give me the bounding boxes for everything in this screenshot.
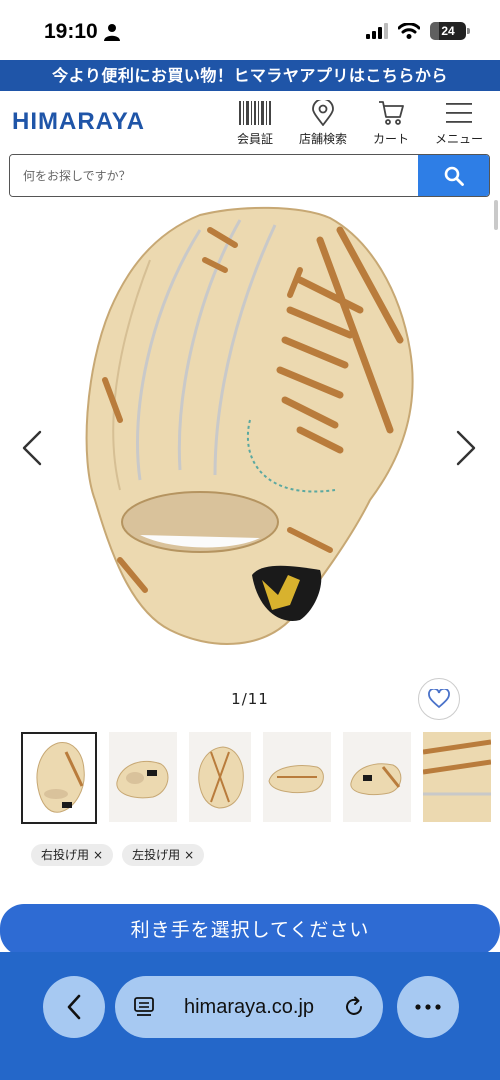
browser-back-button[interactable]: [43, 976, 105, 1038]
select-handedness-button[interactable]: 利き手を選択してください: [0, 904, 500, 956]
thumbnail-1[interactable]: [21, 732, 97, 824]
nav-menu-label: メニュー: [434, 132, 483, 146]
nav-member-card-label: 会員証: [236, 132, 273, 146]
battery-icon: 24: [430, 22, 470, 40]
cart-icon: [379, 101, 404, 125]
glove-thumbnail: [36, 742, 85, 813]
nav-menu[interactable]: メニュー: [430, 99, 488, 147]
favorite-button[interactable]: [418, 678, 460, 720]
cellular-signal-icon: [366, 23, 388, 39]
thumbnail-4[interactable]: [263, 732, 331, 822]
hamburger-menu-icon: [446, 103, 472, 123]
thumbnail-2[interactable]: [109, 732, 177, 822]
glove-thumbnail: [423, 732, 491, 822]
nav-store-search-label: 店舗検索: [298, 132, 347, 146]
location-pin-icon: [312, 100, 334, 126]
battery-level: 24: [441, 24, 455, 38]
remove-tag-icon[interactable]: ×: [93, 848, 103, 862]
nav-cart[interactable]: カート: [362, 99, 420, 147]
thumbnail-strip: [21, 732, 500, 824]
ellipsis-icon: [415, 1004, 441, 1010]
status-indicators: 24: [366, 22, 470, 40]
glove-thumbnail: [198, 746, 244, 809]
chevron-left-icon[interactable]: [18, 428, 46, 468]
status-time: 19:10: [44, 20, 98, 43]
url-text: himaraya.co.jp: [183, 995, 315, 1018]
thumbnail-3[interactable]: [189, 732, 251, 822]
nav-member-card[interactable]: 会員証: [226, 99, 284, 147]
site-header: HIMARAYA 会員証 店舗検索 カート メニュー: [0, 91, 500, 153]
glove-thumbnail: [268, 765, 324, 794]
product-image-gallery[interactable]: [0, 200, 500, 670]
person-icon: [104, 24, 120, 41]
tag-left-hand[interactable]: 左投げ用 ×: [122, 844, 205, 866]
nav-cart-label: カート: [372, 132, 409, 146]
app-download-banner[interactable]: 今より便利にお買い物！ヒマラヤアプリはこちらから: [0, 60, 500, 91]
wifi-icon: [398, 23, 420, 39]
baseball-glove-image: [85, 206, 414, 645]
tag-label: 左投げ用: [132, 848, 181, 862]
search-button[interactable]: [418, 155, 489, 196]
search-icon: [444, 166, 464, 186]
site-logo[interactable]: HIMARAYA: [12, 108, 145, 136]
glove-thumbnail: [116, 760, 169, 799]
tag-label: 右投げ用: [41, 848, 90, 862]
chevron-right-icon[interactable]: [452, 428, 480, 468]
search-bar: [9, 154, 490, 197]
address-bar[interactable]: himaraya.co.jp: [115, 976, 383, 1038]
nav-store-search[interactable]: 店舗検索: [294, 99, 352, 147]
search-input[interactable]: [10, 155, 418, 196]
tag-right-hand[interactable]: 右投げ用 ×: [31, 844, 114, 866]
heart-icon: [428, 689, 450, 709]
browser-toolbar: himaraya.co.jp: [0, 952, 500, 1080]
glove-thumbnail: [350, 763, 402, 796]
thumbnail-5[interactable]: [343, 732, 411, 822]
reader-icon[interactable]: [133, 996, 155, 1018]
chevron-left-icon: [67, 994, 81, 1020]
thumbnail-6[interactable]: [423, 732, 491, 822]
browser-more-button[interactable]: [397, 976, 459, 1038]
handedness-tags: 右投げ用 × 左投げ用 ×: [31, 844, 205, 866]
remove-tag-icon[interactable]: ×: [184, 848, 194, 862]
reload-icon[interactable]: [343, 996, 365, 1018]
header-nav: 会員証 店舗検索 カート メニュー: [226, 99, 488, 147]
barcode-icon: [239, 101, 271, 125]
status-bar: 19:10 24: [0, 0, 500, 60]
